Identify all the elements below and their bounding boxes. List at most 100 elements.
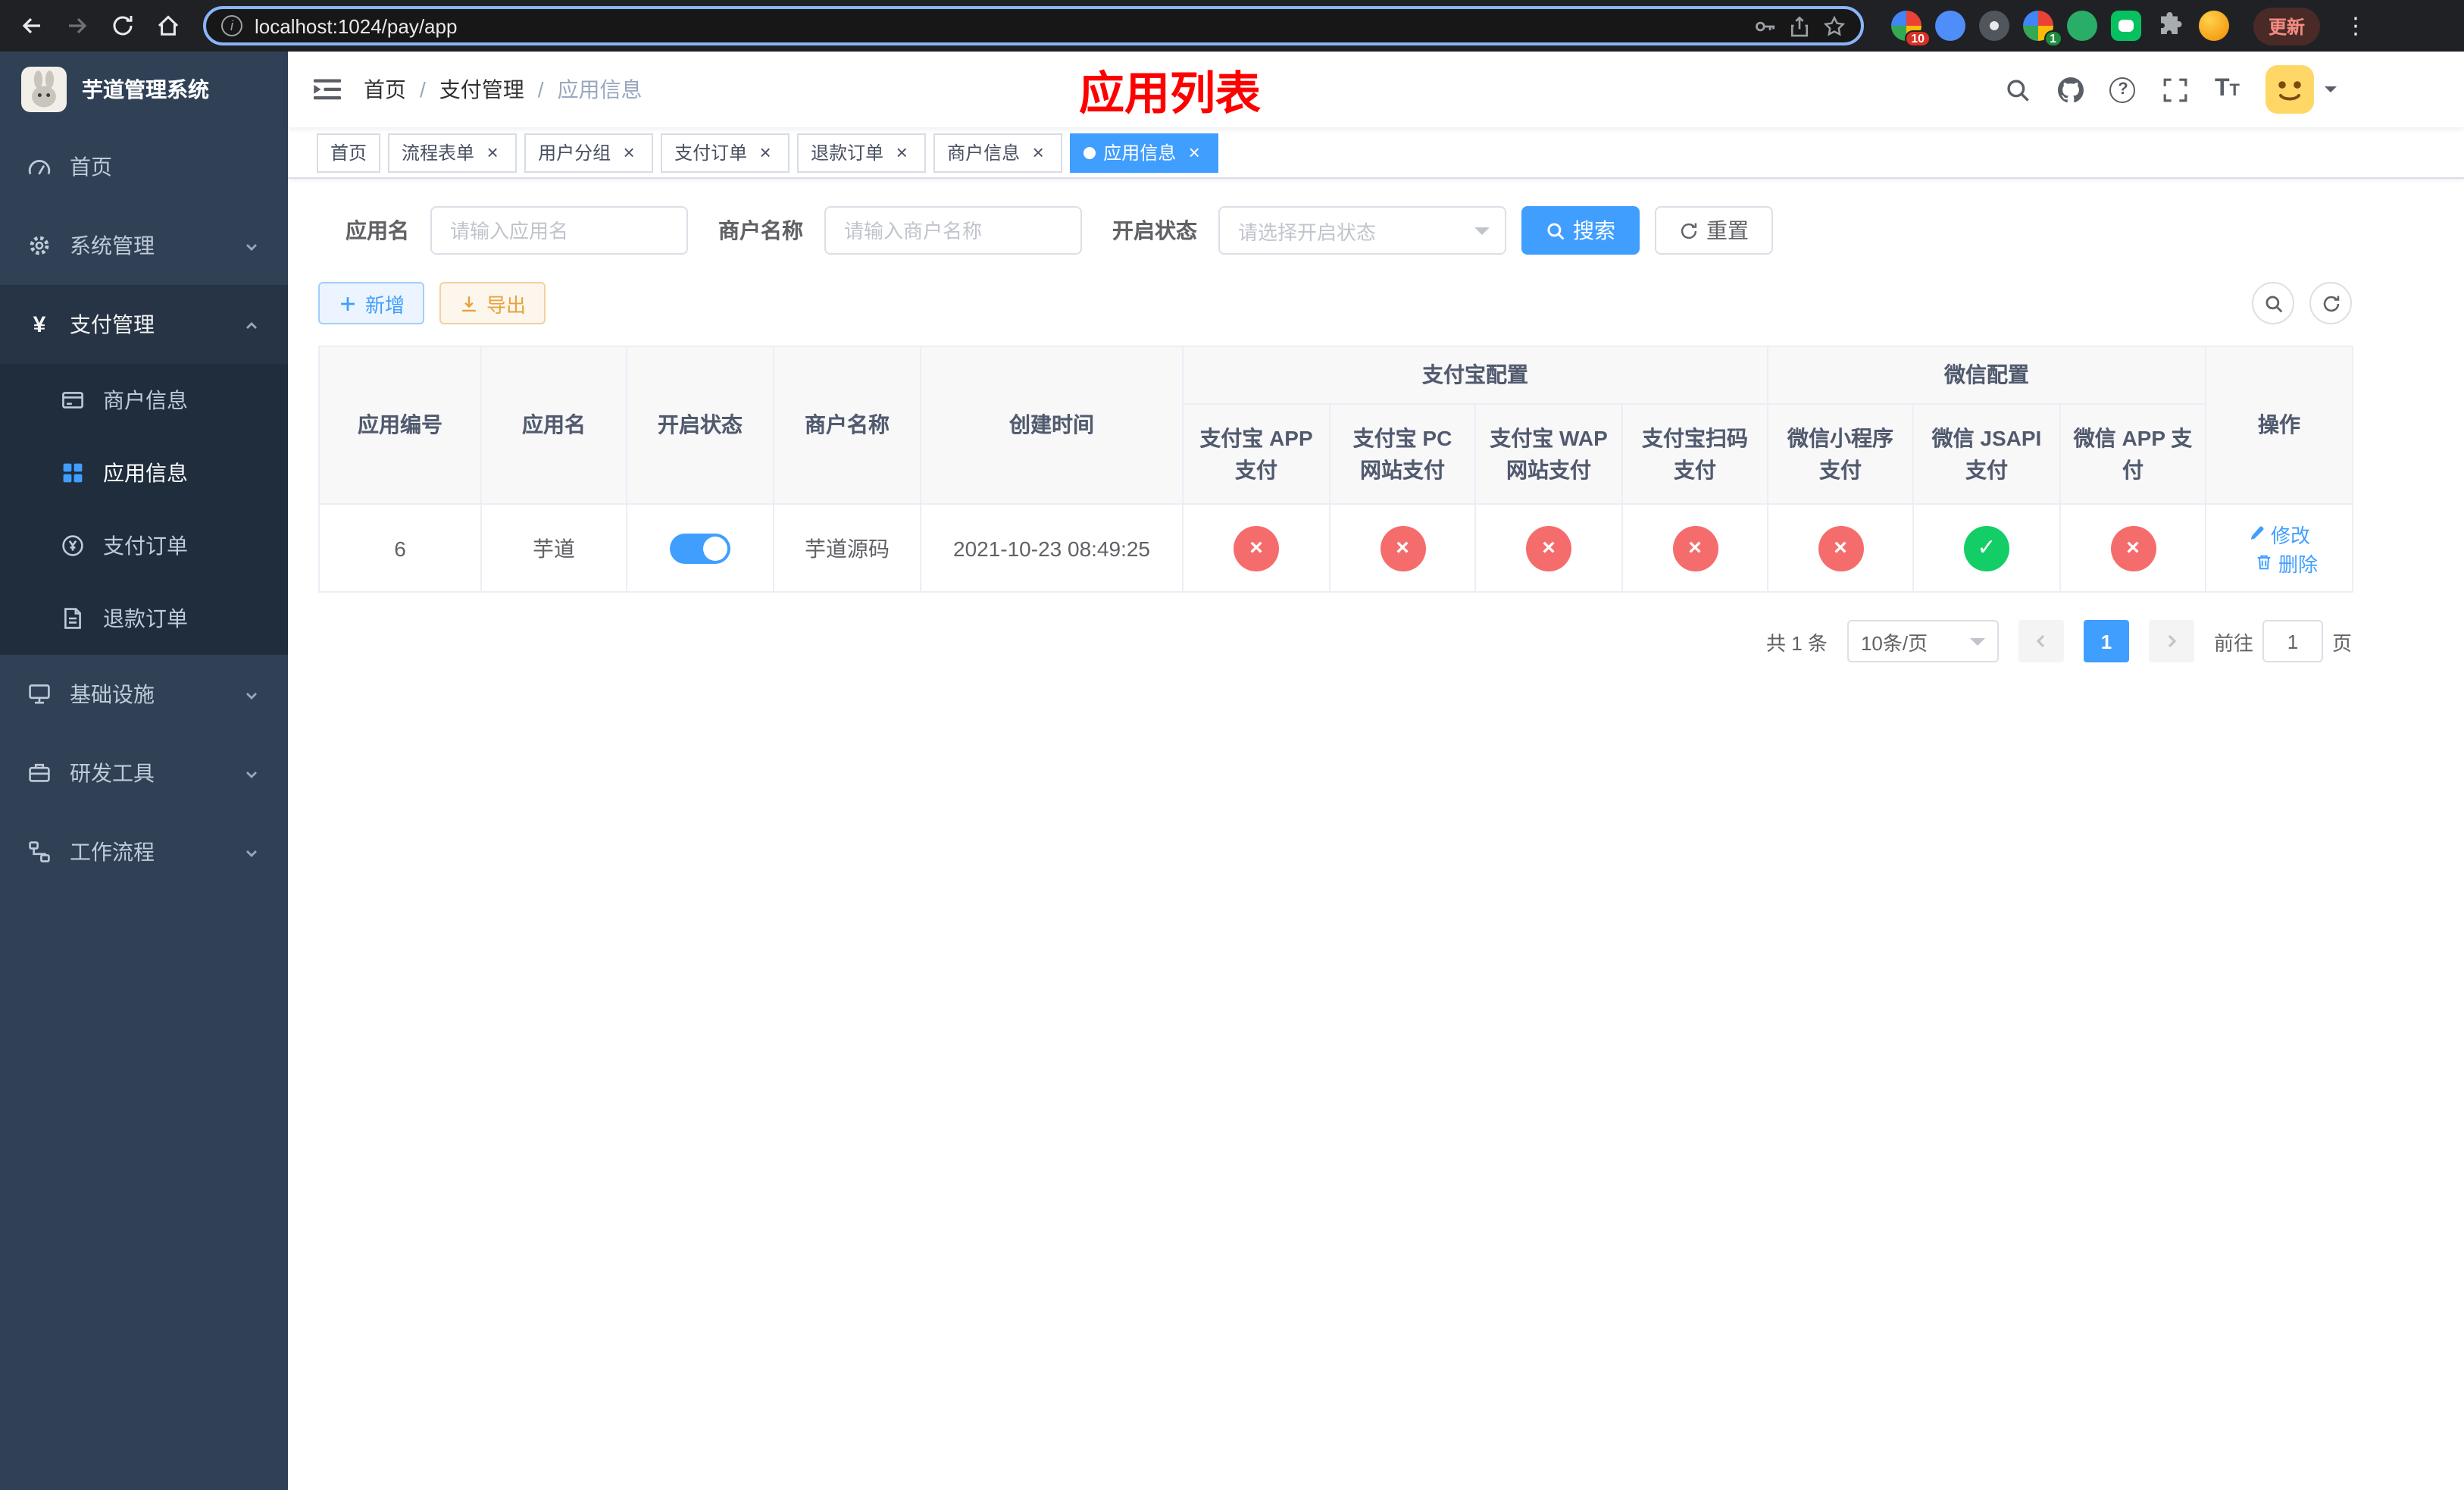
app-name-input[interactable]: [430, 206, 688, 255]
browser-back-button[interactable]: [12, 6, 52, 45]
sidebar-item-dev-tools[interactable]: 研发工具: [0, 734, 288, 812]
reset-button[interactable]: 重置: [1655, 206, 1773, 255]
password-key-icon[interactable]: [1753, 14, 1776, 37]
extension-icon-dark[interactable]: [1979, 11, 2009, 41]
breadcrumb-home[interactable]: 首页: [364, 74, 406, 105]
sidebar-item-payment[interactable]: ¥ 支付管理: [0, 285, 288, 364]
breadcrumb-payment[interactable]: 支付管理: [439, 74, 524, 105]
close-icon[interactable]: ×: [482, 142, 503, 163]
sidebar-item-label: 支付管理: [70, 312, 155, 337]
add-button[interactable]: 新增: [318, 282, 425, 324]
top-navbar: 首页 / 支付管理 / 应用信息 应用列表 ? TT: [288, 52, 2464, 127]
sidebar-logo[interactable]: 芋道管理系统: [0, 52, 288, 127]
sidebar-item-workflow[interactable]: 工作流程: [0, 812, 288, 891]
page-annotation-title: 应用列表: [1079, 70, 1261, 120]
wechat-extension-icon[interactable]: [2111, 11, 2141, 41]
tab-user-group[interactable]: 用户分组 ×: [524, 133, 654, 172]
caret-down-icon: [2325, 86, 2337, 99]
col-header-created: 创建时间: [920, 346, 1184, 505]
extension-badge-green: 1: [2043, 30, 2062, 47]
font-size-icon[interactable]: TT: [2215, 77, 2240, 102]
disabled-status-icon: ×: [1526, 525, 1571, 571]
sidebar-item-refund-orders[interactable]: 退款订单: [0, 582, 288, 655]
extension-icon-green[interactable]: [2067, 11, 2097, 41]
cell-wechat-app: ×: [2059, 503, 2206, 593]
search-button-label: 搜索: [1573, 218, 1615, 243]
next-page-button[interactable]: [2148, 620, 2194, 662]
cell-merchant: 芋道源码: [773, 503, 921, 593]
address-bar[interactable]: i localhost:1024/pay/app: [203, 6, 1864, 45]
close-icon[interactable]: ×: [1184, 142, 1205, 163]
export-button[interactable]: 导出: [439, 282, 546, 324]
search-icon[interactable]: [2004, 76, 2031, 103]
cell-alipay-pc: ×: [1329, 503, 1476, 593]
delete-link-label: 删除: [2278, 552, 2318, 575]
search-button[interactable]: 搜索: [1521, 206, 1640, 255]
edit-link[interactable]: 修改: [2248, 519, 2310, 548]
merchant-name-input[interactable]: [824, 206, 1082, 255]
tab-refund-orders[interactable]: 退款订单 ×: [797, 133, 927, 172]
close-icon[interactable]: ×: [618, 142, 639, 163]
sidebar-item-label: 应用信息: [103, 461, 188, 485]
sidebar-item-label: 首页: [70, 155, 112, 179]
browser-home-button[interactable]: [149, 6, 188, 45]
share-icon[interactable]: [1788, 14, 1811, 37]
tab-label: 用户分组: [538, 142, 611, 164]
app-name-label: 应用名: [346, 218, 409, 243]
reset-button-label: 重置: [1706, 218, 1749, 243]
screen: i localhost:1024/pay/app 10 1 更新 ⋮ 芋道管理系…: [0, 0, 2464, 1490]
chrome-update-button[interactable]: 更新: [2253, 7, 2321, 45]
close-icon[interactable]: ×: [891, 142, 912, 163]
github-icon[interactable]: [2057, 76, 2084, 103]
tab-app-info[interactable]: 应用信息 ×: [1070, 133, 1219, 172]
browser-reload-button[interactable]: [103, 6, 142, 45]
help-icon[interactable]: ?: [2109, 77, 2136, 102]
status-select[interactable]: 请选择开启状态: [1218, 206, 1506, 255]
sidebar-item-infrastructure[interactable]: 基础设施: [0, 655, 288, 734]
breadcrumb-separator: /: [420, 77, 426, 102]
fullscreen-icon[interactable]: [2162, 76, 2189, 103]
delete-link[interactable]: 删除: [2256, 548, 2318, 577]
hide-search-button[interactable]: [2252, 282, 2294, 324]
refresh-button[interactable]: [2309, 282, 2352, 324]
extension-icon-multicolor[interactable]: 1: [2023, 11, 2062, 47]
status-toggle[interactable]: [670, 533, 730, 563]
tab-merchant-info[interactable]: 商户信息 ×: [933, 133, 1063, 172]
close-icon[interactable]: ×: [755, 142, 776, 163]
sidebar-item-label: 工作流程: [70, 840, 155, 864]
user-menu[interactable]: [2265, 65, 2337, 114]
sidebar-item-merchant-info[interactable]: 商户信息: [0, 364, 288, 437]
extension-icon-colorful[interactable]: 10: [1891, 11, 1931, 47]
bookmark-star-icon[interactable]: [1823, 14, 1846, 37]
sidebar-item-app-info[interactable]: 应用信息: [0, 437, 288, 509]
browser-forward-button[interactable]: [58, 6, 97, 45]
tab-flow-form[interactable]: 流程表单 ×: [388, 133, 518, 172]
table-tools: [2252, 282, 2352, 324]
page-size-select[interactable]: 10条/页: [1846, 620, 1999, 662]
close-icon[interactable]: ×: [1027, 142, 1049, 163]
sidebar-item-payment-orders[interactable]: 支付订单: [0, 509, 288, 582]
tab-label: 商户信息: [947, 142, 1021, 164]
profile-avatar-icon[interactable]: [2199, 11, 2229, 41]
sidebar-item-home[interactable]: 首页: [0, 127, 288, 206]
browser-menu-icon[interactable]: ⋮: [2338, 12, 2373, 39]
goto-page-input[interactable]: [2262, 620, 2323, 662]
page-info-icon[interactable]: i: [221, 15, 242, 36]
prev-page-button[interactable]: [2018, 620, 2064, 662]
logo-rabbit-icon: [21, 67, 67, 112]
pay-order-icon: [61, 534, 85, 558]
extension-badge: 10: [1905, 30, 1931, 47]
cell-wechat-mini: ×: [1767, 503, 1914, 593]
chevron-down-icon: [1474, 227, 1490, 242]
tab-payment-orders[interactable]: 支付订单 ×: [661, 133, 790, 172]
tab-home[interactable]: 首页: [317, 133, 381, 172]
sub-header-wechat-app: 微信 APP 支付: [2059, 403, 2206, 505]
sidebar-collapse-icon[interactable]: [312, 74, 342, 105]
sidebar-menu: 首页 系统管理 ¥ 支付管理 商户信息 应用信息 支付订单 退款订单 基础设施 …: [0, 127, 288, 1490]
extensions-puzzle-icon[interactable]: [2155, 11, 2185, 41]
sidebar-item-system[interactable]: 系统管理: [0, 206, 288, 285]
extension-icon-blue[interactable]: [1935, 11, 1965, 41]
page-number-button[interactable]: 1: [2083, 620, 2129, 662]
cell-alipay-qr: ×: [1621, 503, 1768, 593]
sub-header-alipay-pc: 支付宝 PC 网站支付: [1329, 403, 1476, 505]
